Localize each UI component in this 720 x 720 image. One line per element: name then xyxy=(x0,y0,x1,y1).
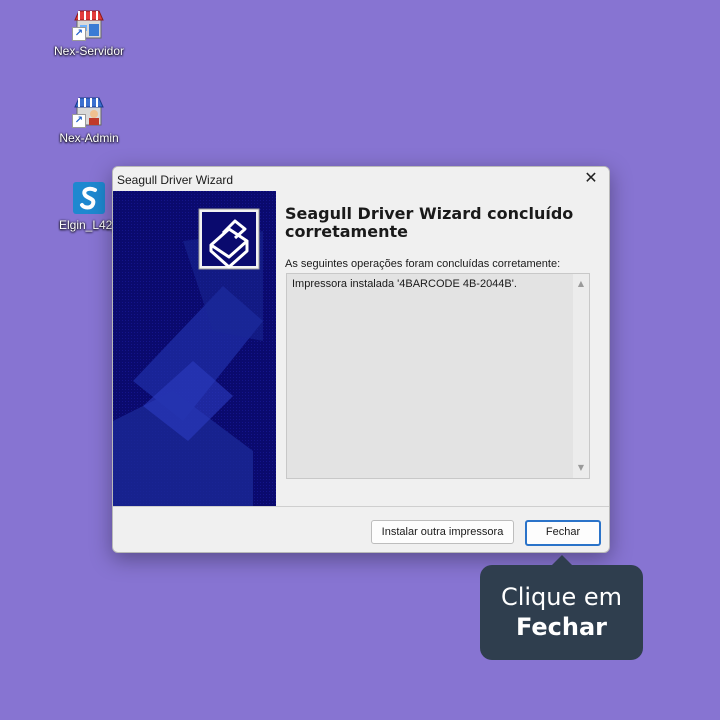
vertical-scrollbar[interactable]: ▲ ▼ xyxy=(573,274,589,478)
dialog-subtitle: As seguintes operações foram concluídas … xyxy=(285,258,561,270)
dialog-heading: Seagull Driver Wizard concluído corretam… xyxy=(285,204,574,241)
tooltip-line-2: Fechar xyxy=(515,613,608,641)
desktop-icon-label: Nex-Admin xyxy=(59,131,119,145)
scroll-up-icon[interactable]: ▲ xyxy=(573,276,589,292)
instruction-tooltip: Clique em Fechar xyxy=(480,555,643,660)
shortcut-arrow-icon: ↗ xyxy=(72,27,86,41)
tooltip-line-1: Clique em xyxy=(500,583,623,611)
log-line: Impressora instalada '4BARCODE 4B-2044B'… xyxy=(292,278,517,290)
install-other-printer-button[interactable]: Instalar outra impressora xyxy=(371,520,514,544)
dialog-title: Seagull Driver Wizard xyxy=(117,173,234,187)
store-server-icon: ↗ xyxy=(72,8,105,41)
close-button[interactable]: Fechar xyxy=(525,520,601,546)
close-icon[interactable]: ✕ xyxy=(581,169,601,189)
footer-divider xyxy=(113,506,609,507)
dialog-content: Seagull Driver Wizard concluído corretam… xyxy=(285,205,595,241)
dialog-titlebar[interactable]: Seagull Driver Wizard ✕ xyxy=(113,167,609,191)
desktop-icon-label: Nex-Servidor xyxy=(53,44,125,58)
driver-wizard-dialog: Seagull Driver Wizard ✕ Seagull Driver W… xyxy=(112,166,610,553)
desktop-icon-nex-admin[interactable]: ↗ Nex-Admin xyxy=(41,95,137,145)
desktop-icon-nex-servidor[interactable]: ↗ Nex-Servidor xyxy=(41,8,137,58)
operations-log-textbox[interactable]: Impressora instalada '4BARCODE 4B-2044B'… xyxy=(286,273,590,479)
wizard-banner xyxy=(113,191,276,506)
scroll-down-icon[interactable]: ▼ xyxy=(573,460,589,476)
shortcut-arrow-icon: ↗ xyxy=(72,114,86,128)
store-admin-icon: ↗ xyxy=(72,95,105,128)
seagull-s-icon xyxy=(73,182,105,214)
